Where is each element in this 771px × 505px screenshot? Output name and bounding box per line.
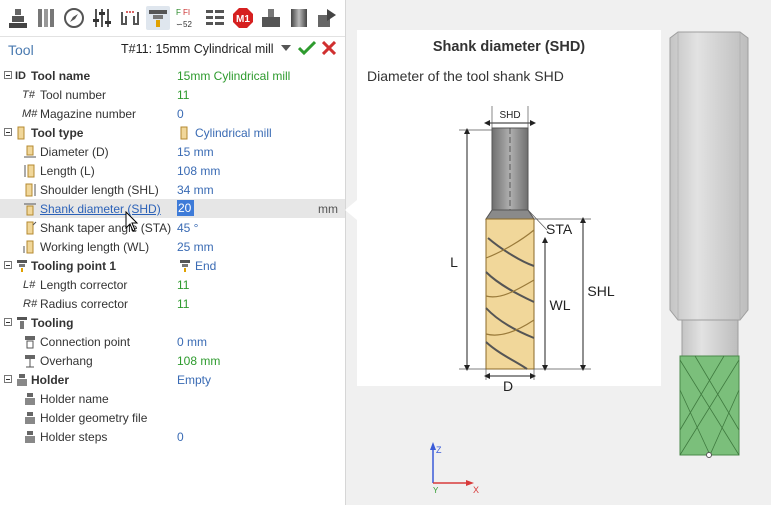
working-length-icon [23,240,34,254]
diameter-icon [24,145,36,158]
shank-diameter-diagram: SHD L STA WL SHL [450,106,615,380]
axis-triad: Z Y X [430,442,479,495]
help-description: Diameter of the tool shank SHD [367,68,564,84]
shl-label: SHL [587,283,614,299]
tool-3d-preview[interactable] [660,30,771,460]
chevron-down-icon[interactable] [281,44,291,52]
id-prefix: ID [15,70,26,82]
help-pointer [345,200,357,220]
check-icon[interactable] [298,40,316,56]
length-corrector-row[interactable]: L# Length corrector 11 [0,275,345,294]
svg-text:∽: ∽ [176,20,183,29]
taper-angle-icon [26,221,37,235]
collapse-toggle[interactable] [4,71,12,79]
collapse-toggle[interactable] [4,128,12,136]
unit-label: mm [318,202,338,216]
tool-number-row[interactable]: T# Tool number 11 [0,85,345,104]
tooling-row[interactable]: Tooling [0,313,345,332]
z-axis-label: Z [436,445,442,455]
tooling-icon [17,317,27,329]
radius-corrector-row[interactable]: R# Radius corrector 11 [0,294,345,313]
cylindrical-mill-icon [180,126,188,140]
machine-icon[interactable] [259,6,283,30]
cylinder-icon[interactable] [287,6,311,30]
diameter-row[interactable]: Diameter (D) 15 mm [0,142,345,161]
magazine-number-row[interactable]: M# Magazine number 0 [0,104,345,123]
compass-icon[interactable] [62,6,86,30]
shoulder-length-row[interactable]: Shoulder length (SHL) 34 mm [0,180,345,199]
length-icon [24,164,35,178]
connection-point-row[interactable]: Connection point 0 mm [0,332,345,351]
shank-diameter-icon [24,203,36,216]
d-label: D [503,378,514,394]
overhang-row[interactable]: Overhang 108 mm [0,351,345,370]
tool-holder-icon[interactable] [6,6,30,30]
wl-label: WL [550,297,571,313]
tool-label: Tool [8,42,34,58]
overhang-icon [25,355,35,368]
svg-text:F: F [176,8,181,17]
toolbar: F FI ∽ 52 M1 [0,0,345,37]
shank-diameter-input[interactable]: 20 [177,200,194,216]
tool-type-row[interactable]: Tool type Cylindrical mill [0,123,345,142]
collapse-toggle[interactable] [4,318,12,326]
close-icon[interactable] [322,41,336,55]
sta-label: STA [546,221,573,237]
holder-row[interactable]: Holder Empty [0,370,345,389]
length-row[interactable]: Length (L) 108 mm [0,161,345,180]
collapse-toggle[interactable] [4,375,12,383]
tool-assembly-icon[interactable] [34,6,58,30]
tool-properties-panel: F FI ∽ 52 M1 Tool T#11: 15mm Cylindrical… [0,0,346,505]
holder-icon [25,412,35,424]
x-axis-label: X [473,485,479,495]
shd-label: SHD [499,110,520,121]
working-length-row[interactable]: Working length (WL) 25 mm [0,237,345,256]
tooling-point-icon [17,260,27,272]
cylindrical-mill-icon [17,126,25,140]
tooling-point-row[interactable]: Tooling point 1 End [0,256,345,275]
collapse-toggle[interactable] [4,261,12,269]
tooling-point-icon [180,260,190,272]
m1-icon[interactable]: M1 [231,6,255,30]
holder-geometry-file-row[interactable]: Holder geometry file [0,408,345,427]
tool-name-row[interactable]: ID Tool name 15mm Cylindrical mill [0,66,345,85]
tool-select[interactable]: T#11: 15mm Cylindrical mill [121,42,274,56]
export-icon[interactable] [315,6,339,30]
svg-text:52: 52 [183,20,192,29]
svg-text:M1: M1 [236,14,250,25]
list-icon[interactable] [203,6,227,30]
l-label: L [450,254,458,270]
holder-name-row[interactable]: Holder name [0,389,345,408]
tooling-point-icon[interactable] [146,6,170,30]
tool-header: Tool T#11: 15mm Cylindrical mill [0,38,345,62]
holder-icon [17,374,27,386]
y-axis-label: Y [433,486,439,495]
shank-diameter-row[interactable]: Shank diameter (SHD) 20 mm [0,199,345,218]
connection-point-icon [25,336,35,349]
svg-text:FI: FI [183,8,190,17]
shoulder-length-icon [25,183,36,197]
sliders-icon[interactable] [90,6,114,30]
holder-steps-row[interactable]: Holder steps 0 [0,427,345,446]
shank-taper-angle-row[interactable]: Shank taper angle (STA) 45 ° [0,218,345,237]
feeds-icon[interactable]: F FI ∽ 52 [174,6,198,30]
holder-icon [25,393,35,405]
holder-icon [25,431,35,443]
measure-icon[interactable] [118,6,142,30]
tool-name-value[interactable]: 15mm Cylindrical mill [177,69,290,83]
help-card: Shank diameter (SHD) Diameter of the too… [357,30,661,394]
help-title: Shank diameter (SHD) [432,39,586,55]
mouse-cursor-icon [125,211,139,232]
